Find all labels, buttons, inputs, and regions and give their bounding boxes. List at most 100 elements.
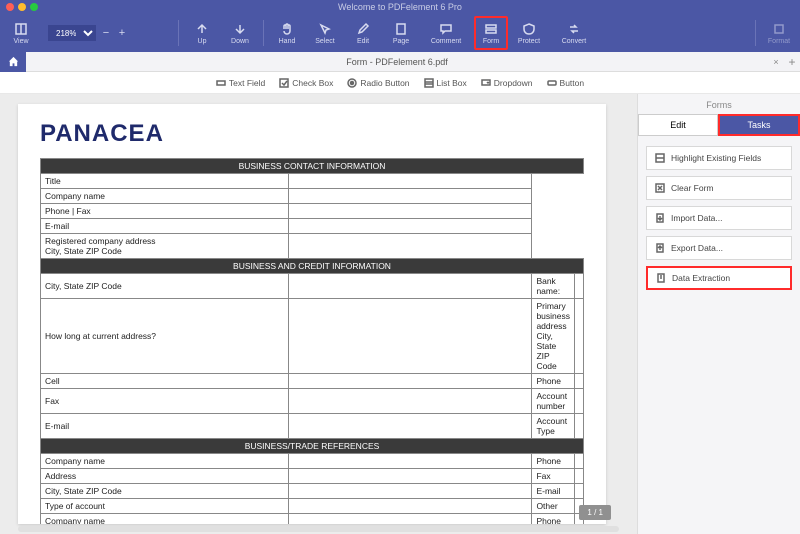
field-value[interactable] [288,499,532,514]
window-minimize[interactable] [18,3,26,11]
field-value[interactable] [574,274,583,299]
field-value[interactable] [288,414,532,439]
comment-button[interactable]: Comment [422,16,470,50]
field-value[interactable] [288,299,532,374]
field-value[interactable] [574,374,583,389]
field-value[interactable] [574,469,583,484]
tab-add[interactable]: + [784,55,800,69]
up-button[interactable]: Up [185,16,219,50]
page-icon [394,22,408,36]
protect-button[interactable]: Protect [512,16,546,50]
radio-button-tool[interactable]: Radio Button [347,78,409,88]
field-value[interactable] [288,204,532,219]
check-box-tool[interactable]: Check Box [279,78,333,88]
sidebar-item-label: Data Extraction [672,273,730,283]
field-label: Primary business address City, State ZIP… [532,299,575,374]
horizontal-scrollbar[interactable] [18,526,619,532]
separator [755,20,756,46]
arrow-down-icon [233,22,247,36]
down-button[interactable]: Down [223,16,257,50]
sidebar-item-data-extraction[interactable]: Data Extraction [646,266,792,290]
hand-icon [280,22,294,36]
home-icon [8,56,19,67]
field-label: E-mail [41,219,289,234]
field-label: Company name [41,454,289,469]
sidebar-item-clear-form[interactable]: Clear Form [646,176,792,200]
field-value[interactable] [288,274,532,299]
field-value[interactable] [574,299,583,374]
zoom-out[interactable]: − [100,27,112,39]
field-value[interactable] [574,389,583,414]
select-button[interactable]: Select [308,16,342,50]
page-indicator[interactable]: 1 / 1 [579,505,611,520]
text-field-tool[interactable]: Text Field [216,78,265,88]
convert-button[interactable]: Convert [550,16,598,50]
document-area[interactable]: PANACEA BUSINESS CONTACT INFORMATIONTitl… [0,94,637,534]
field-label: Type of account [41,499,289,514]
view-icon [14,22,28,36]
home-button[interactable] [0,52,26,72]
window-close[interactable] [6,3,14,11]
edit-icon [356,22,370,36]
listbox-icon [424,78,434,88]
sidebar-item-label: Highlight Existing Fields [671,153,761,163]
field-value[interactable] [288,219,532,234]
main-toolbar: View 218% − + Zoom Up Down Hand Select E… [0,14,800,52]
field-label: Company name [41,189,289,204]
form-icon [484,22,498,36]
field-label: City, State ZIP Code [41,484,289,499]
sidebar-item-import-data[interactable]: Import Data... [646,206,792,230]
field-value[interactable] [288,514,532,525]
page-button[interactable]: Page [384,16,418,50]
field-value[interactable] [574,484,583,499]
sidebar-tab-tasks[interactable]: Tasks [718,114,800,136]
sidebar-tabs: Edit Tasks [638,114,800,136]
radio-icon [347,78,357,88]
field-label: How long at current address? [41,299,289,374]
sidebar-item-export-data[interactable]: Export Data... [646,236,792,260]
field-value[interactable] [288,189,532,204]
form-button[interactable]: Form [474,16,508,50]
field-value[interactable] [574,414,583,439]
view-button[interactable]: View [4,16,38,50]
dropdown-tool[interactable]: Dropdown [481,78,533,88]
field-label: City, State ZIP Code [41,274,289,299]
edit-button[interactable]: Edit [346,16,380,50]
field-value[interactable] [288,389,532,414]
sidebar-item-label: Import Data... [671,213,723,223]
list-box-tool[interactable]: List Box [424,78,467,88]
document-tab-title[interactable]: Form - PDFelement 6.pdf [26,57,768,67]
button-tool[interactable]: Button [547,78,585,88]
app-title: Welcome to PDFelement 6 Pro [338,2,462,12]
field-value[interactable] [288,374,532,389]
sidebar-item-highlight-existing-fields[interactable]: Highlight Existing Fields [646,146,792,170]
window-zoom[interactable] [30,3,38,11]
field-value[interactable] [288,454,532,469]
sidebar-item-label: Clear Form [671,183,714,193]
field-label: Other [532,499,575,514]
separator [263,20,264,46]
field-label: E-mail [41,414,289,439]
field-label: Account number [532,389,575,414]
field-value[interactable] [288,469,532,484]
zoom-control: 218% − + [48,25,128,41]
form-table: BUSINESS CONTACT INFORMATIONTitleCompany… [40,158,584,524]
field-value[interactable] [288,234,532,259]
task-icon [655,243,665,253]
task-icon [655,153,665,163]
sidebar-title: Forms [638,94,800,114]
field-value[interactable] [288,484,532,499]
sidebar-tab-edit[interactable]: Edit [638,114,718,136]
zoom-select[interactable]: 218% [48,25,96,41]
zoom-in[interactable]: + [116,27,128,39]
section-header: BUSINESS/TRADE REFERENCES [41,439,584,454]
field-value[interactable] [574,454,583,469]
tab-close[interactable]: × [768,57,784,67]
convert-icon [567,22,581,36]
sidebar-item-label: Export Data... [671,243,723,253]
field-label: Account Type [532,414,575,439]
field-value[interactable] [288,174,532,189]
format-button[interactable]: Format [762,16,796,50]
hand-button[interactable]: Hand [270,16,304,50]
field-label: Phone [532,514,575,525]
